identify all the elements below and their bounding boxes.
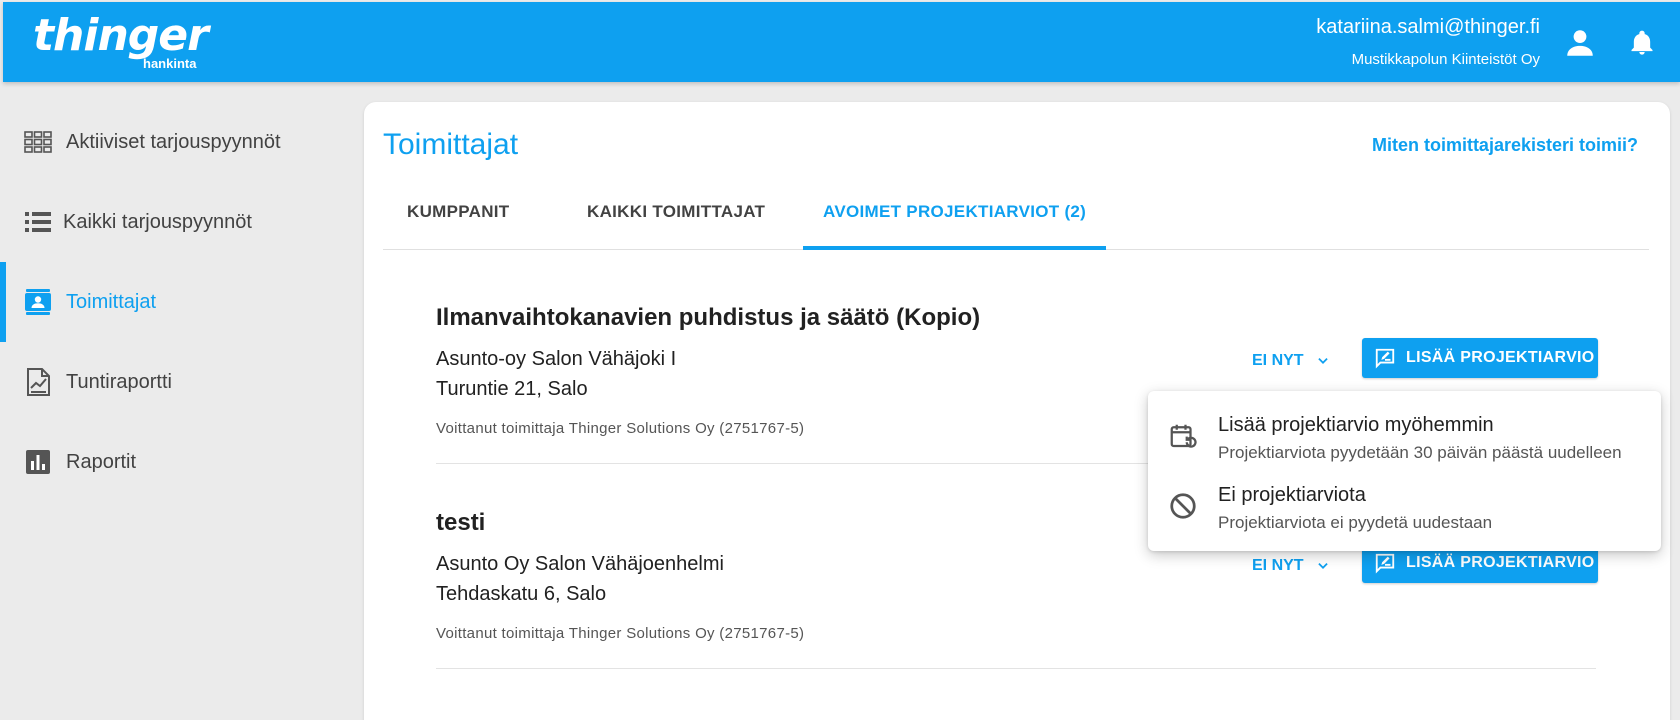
menu-item-subtitle: Projektiarviota pyydetään 30 päivän pääs… xyxy=(1218,443,1622,462)
project-address: Tehdaskatu 6, Salo xyxy=(436,583,607,605)
sidebar-item-all-requests[interactable]: Kaikki tarjouspyynnöt xyxy=(0,182,340,262)
add-estimate-label: LISÄÄ PROJEKTIARVIO xyxy=(1406,349,1595,366)
chevron-down-icon xyxy=(1317,563,1328,569)
contact-card-icon xyxy=(25,289,51,315)
project-housing-company: Asunto-oy Salon Vähäjoki I xyxy=(436,348,677,370)
project-title: testi xyxy=(436,509,486,536)
not-now-label: EI NYT xyxy=(1252,352,1304,369)
block-icon xyxy=(1170,493,1196,519)
page-title: Toimittajat xyxy=(383,128,519,161)
not-now-button[interactable]: EI NYT xyxy=(1252,547,1330,585)
menu-item-add-later[interactable]: Lisää projektiarvio myöhemmin Projektiar… xyxy=(1148,401,1661,471)
help-link[interactable]: Miten toimittajarekisteri toimii? xyxy=(1372,135,1638,156)
project-address: Turuntie 21, Salo xyxy=(436,378,588,400)
not-now-dropdown-menu: Lisää projektiarvio myöhemmin Projektiar… xyxy=(1148,391,1661,551)
app-logo[interactable]: thinger xyxy=(33,10,209,62)
list-icon xyxy=(25,212,51,232)
project-winner: Voittanut toimittaja Thinger Solutions O… xyxy=(436,625,805,642)
sidebar-item-reports[interactable]: Raportit xyxy=(0,422,340,502)
user-email: katariina.salmi@thinger.fi xyxy=(1316,16,1540,38)
sidebar-item-label: Toimittajat xyxy=(66,290,157,313)
menu-item-title: Ei projektiarviota xyxy=(1218,484,1366,506)
account-icon[interactable] xyxy=(1563,26,1597,60)
grid-icon xyxy=(24,131,52,153)
app-logo-subtitle: hankinta xyxy=(143,56,197,71)
sidebar-item-hour-report[interactable]: Tuntiraportti xyxy=(0,342,340,422)
add-estimate-button[interactable]: LISÄÄ PROJEKTIARVIO xyxy=(1362,338,1598,378)
divider xyxy=(436,668,1596,669)
bell-icon[interactable] xyxy=(1628,29,1656,57)
top-app-bar: thinger hankinta katariina.salmi@thinger… xyxy=(3,2,1680,82)
sidebar-item-label: Kaikki tarjouspyynnöt xyxy=(63,210,252,233)
menu-item-title: Lisää projektiarvio myöhemmin xyxy=(1218,414,1494,436)
rate-review-icon xyxy=(1375,348,1395,369)
sidebar-item-label: Raportit xyxy=(66,450,137,473)
not-now-label: EI NYT xyxy=(1252,557,1304,574)
user-organization: Mustikkapolun Kiinteistöt Oy xyxy=(1351,51,1540,68)
report-chart-icon xyxy=(27,368,50,396)
tab-bar: KUMPPANIT KAIKKI TOIMITTAJAT AVOIMET PRO… xyxy=(383,192,1649,250)
sidebar-item-suppliers[interactable]: Toimittajat xyxy=(0,262,340,342)
not-now-button[interactable]: EI NYT xyxy=(1252,342,1330,380)
tab-all-suppliers[interactable]: KAIKKI TOIMITTAJAT xyxy=(567,192,785,250)
sidebar-item-label: Aktiiviset tarjouspyynnöt xyxy=(66,130,281,153)
sidebar-nav: Aktiiviset tarjouspyynnöt Kaikki tarjous… xyxy=(0,82,340,720)
project-housing-company: Asunto Oy Salon Vähäjoenhelmi xyxy=(436,553,724,575)
project-title: Ilmanvaihtokanavien puhdistus ja säätö (… xyxy=(436,304,981,331)
bar-chart-icon xyxy=(26,450,50,474)
add-estimate-label: LISÄÄ PROJEKTIARVIO xyxy=(1406,554,1595,571)
project-winner: Voittanut toimittaja Thinger Solutions O… xyxy=(436,420,805,437)
menu-item-no-estimate[interactable]: Ei projektiarviota Projektiarviota ei py… xyxy=(1148,471,1661,541)
sidebar-item-active-requests[interactable]: Aktiiviset tarjouspyynnöt xyxy=(0,102,340,182)
tab-partners[interactable]: KUMPPANIT xyxy=(383,192,534,250)
sidebar-item-label: Tuntiraportti xyxy=(66,370,172,393)
tab-open-estimates[interactable]: AVOIMET PROJEKTIARVIOT (2) xyxy=(803,192,1107,250)
menu-item-subtitle: Projektiarviota ei pyydetä uudestaan xyxy=(1218,513,1493,532)
calendar-refresh-icon xyxy=(1170,424,1197,448)
chevron-down-icon xyxy=(1317,358,1328,364)
rate-review-icon xyxy=(1375,553,1395,574)
